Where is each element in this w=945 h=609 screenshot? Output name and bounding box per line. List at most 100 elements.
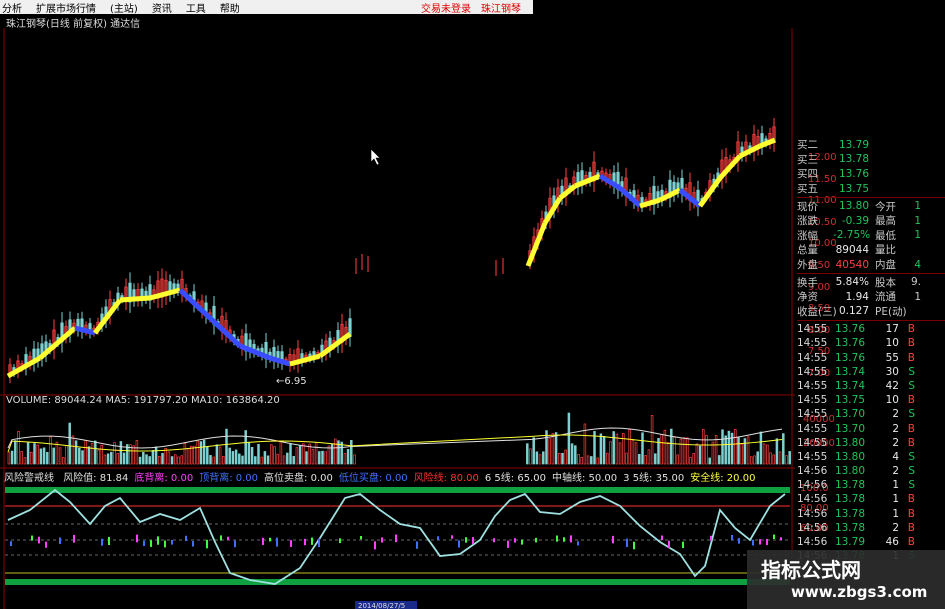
tick-time: 14:55 [797,394,828,407]
indicator-signal-tick [234,540,236,548]
stat-label: 涨跌 [797,215,818,228]
indicator-signal-tick [682,541,684,549]
stat-label: 量比 [875,244,896,257]
stat-label: 内盘 [875,259,896,272]
menu-item-main-station[interactable]: (主站) [110,0,138,15]
indicator-signal-tick [451,535,453,539]
volume-bar [340,441,343,465]
mouse-cursor-icon [370,148,381,166]
trend-band [93,298,122,335]
indicator-signal-tick [416,541,418,549]
volume-bar [39,448,43,465]
stock-name-header: 珠江钢琴 [481,3,521,15]
stat-row: 涨跌 -0.39 最高 1 [797,214,945,229]
volume-bar [106,453,110,465]
tick-time: 14:55 [797,450,828,463]
bid-price: 13.75 [838,182,869,195]
indicator-signal-tick [458,540,460,548]
stat-value: 13.80 [838,200,869,213]
tick-direction: S [908,479,915,492]
bid-row: 买二 13.79 [797,138,945,153]
volume-bar [186,448,190,465]
trade-login-status[interactable]: 交易未登录 [421,0,471,15]
indicator-signal-tick [276,537,278,547]
volume-bar [727,430,731,465]
indicator-signal-tick [535,537,537,543]
stat-label: 总量 [797,244,818,257]
menu-item-ext-market[interactable]: 扩展市场行情 [36,0,96,15]
volume-bar [174,454,177,465]
tick-direction: S [908,365,915,378]
volume-bar [170,456,174,465]
volume-bar [222,455,225,465]
volume-bar [270,444,273,465]
indicator-signal-tick [738,538,740,544]
indicator-signal-tick [472,537,474,544]
tick-direction: B [907,436,915,449]
volume-bar [330,443,334,465]
volume-bar [238,453,241,465]
volume-bar [78,447,81,465]
indicator-signal-tick [10,541,12,547]
volume-bar [49,436,52,465]
tick-volume: 1 [892,507,899,520]
volume-bar [689,456,692,465]
indicator-value: 低位买盘: 0.00 [338,473,408,484]
volume-bar [756,451,759,465]
volume-bar [577,454,580,465]
tick-row: 14:55 13.74 42 S [797,379,945,393]
stat-label: 最低 [875,229,896,242]
menu-item-news[interactable]: 资讯 [152,0,172,15]
volume-bar [535,451,539,465]
volume-bar [260,456,263,465]
volume-bar [23,457,27,465]
menu-item-tools[interactable]: 工具 [186,0,206,15]
tick-price: 13.74 [834,365,865,378]
volume-bar [119,441,123,465]
indicator-signal-tick [101,538,103,546]
volume-bar [209,455,212,465]
date-marker: 2014/08/27/5 [358,602,405,609]
volume-bar [676,454,679,465]
indicator-value: 风险线: 80.00 [413,473,479,484]
volume-bar [295,447,299,465]
tick-time: 14:56 [797,521,828,534]
tick-row: 14:56 13.78 2 B [797,521,945,535]
volume-bar [718,455,721,465]
menu-item-analysis[interactable]: 分析 [2,0,22,15]
volume-bar [551,433,555,465]
tick-row: 14:55 13.80 4 S [797,450,945,464]
indicator-signal-tick [780,537,782,541]
volume-bar [154,446,158,465]
volume-bar [538,454,542,465]
indicator-signal-tick [73,534,75,543]
volume-bar [708,457,711,465]
volume-bar [62,457,65,465]
volume-bar [81,450,84,465]
volume-bar [94,440,97,465]
volume-bar [90,442,94,465]
tick-volume: 10 [885,394,899,407]
indicator-signal-tick [339,538,341,544]
menu-item-help[interactable]: 帮助 [220,0,240,15]
indicator-signal-tick [570,535,572,543]
volume-bar [55,441,59,465]
indicator-signal-tick [395,534,397,543]
indicator-signal-tick [311,537,313,545]
tick-direction: B [907,507,915,520]
chart-area[interactable]: ←6.95 2014/08/27/5 [0,28,795,609]
volume-bar [250,447,254,465]
indicator-signal-tick [766,538,768,546]
tick-row: 14:55 13.76 55 B [797,351,945,365]
tick-price: 13.76 [834,351,865,364]
tick-row: 14:56 13.78 1S [797,478,945,492]
volume-bar [554,432,558,465]
indicator-signal-tick [521,539,523,545]
kline-chart-svg[interactable]: ←6.95 2014/08/27/5 [0,28,795,609]
stat-value: 1.94 [845,290,869,303]
volume-bar [180,455,183,465]
volume-bar [100,444,103,465]
bid-row: 买三 13.78 [797,153,945,168]
tick-time: 14:56 [797,465,828,478]
indicator-safe-band [5,579,790,585]
